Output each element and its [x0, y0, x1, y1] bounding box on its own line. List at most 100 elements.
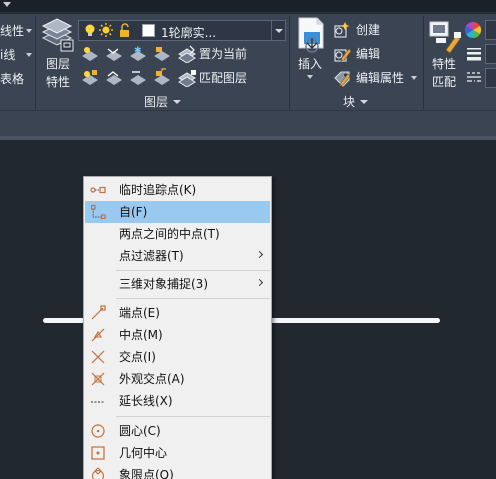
edit-block-icon[interactable] — [333, 45, 351, 63]
linetype-icon[interactable] — [466, 69, 482, 85]
insert-label: 插入 — [298, 57, 323, 71]
chevron-down-icon — [360, 100, 369, 104]
layer-color-swatch — [142, 24, 155, 37]
chevron-down-icon[interactable] — [26, 53, 32, 57]
block-panel-title[interactable]: 块 — [343, 95, 369, 109]
block-panel-title-text: 块 — [343, 95, 356, 109]
layer-properties-label-1: 图层 — [46, 57, 71, 71]
submenu-arrow-icon — [255, 278, 264, 287]
menu-item-midpoint[interactable]: 中点(M) — [85, 324, 270, 346]
layer-unlock-icon — [154, 68, 170, 85]
quick-access-caret-icon[interactable] — [3, 2, 11, 7]
panel-divider — [289, 16, 290, 110]
chevron-down-icon[interactable] — [411, 76, 417, 80]
lineweight-combo-edge[interactable] — [485, 44, 496, 64]
temporary-track-point-icon — [90, 186, 106, 194]
menu-item-label: 交点(I) — [119, 350, 156, 364]
layer-thaw-icon — [130, 71, 146, 85]
linetype-combo-edge[interactable] — [485, 68, 496, 88]
left-item-2[interactable]: 表格 — [0, 72, 24, 86]
unlock-icon — [120, 23, 129, 37]
layer-state-icons — [85, 23, 129, 37]
menu-item-apparent-intersection[interactable]: 外观交点(A) — [85, 368, 270, 390]
chevron-down-icon — [173, 100, 182, 104]
edit-attributes-label[interactable]: 编辑属性 — [356, 71, 404, 85]
chevron-down-icon — [307, 75, 313, 79]
layer-lock-icon — [154, 47, 170, 61]
menu-item-temporary-track-point[interactable]: 临时追踪点(K) — [85, 179, 270, 201]
menu-item-midpoint-between-two-points[interactable]: 两点之间的中点(T) — [85, 223, 270, 245]
menu-separator — [116, 270, 270, 271]
layers-panel-title-text: 图层 — [144, 95, 169, 109]
svg-text:✱: ✱ — [134, 46, 142, 56]
center-icon — [91, 424, 105, 438]
panel-divider — [35, 16, 36, 110]
layers-panel-title[interactable]: 图层 — [144, 95, 182, 109]
menu-item-endpoint[interactable]: 端点(E) — [85, 302, 270, 324]
menu-item-point-filters[interactable]: 点过滤器(T) — [85, 245, 270, 267]
current-layer-name: 1轮廓实... — [161, 26, 217, 40]
menu-item-geometric-center[interactable]: 几何中心 — [85, 442, 270, 464]
apparent-intersection-icon — [91, 372, 105, 386]
menu-item-label: 延长线(X) — [119, 394, 173, 408]
chevron-down-icon[interactable] — [26, 29, 32, 33]
color-combo-edge[interactable] — [485, 20, 496, 40]
layer-tools-row-2-icons[interactable] — [80, 68, 176, 88]
midpoint-icon — [91, 328, 105, 342]
layer-tools-row-1-icons[interactable]: ✱ — [80, 44, 176, 64]
extension-icon — [91, 401, 105, 403]
from-icon — [90, 204, 106, 220]
color-wheel-icon[interactable] — [464, 21, 482, 39]
edit-block-label[interactable]: 编辑 — [356, 47, 380, 61]
menu-item-label: 端点(E) — [119, 306, 160, 320]
create-block-label[interactable]: 创建 — [356, 23, 380, 37]
menu-separator — [116, 416, 270, 417]
menu-item-label: 自(F) — [119, 205, 148, 219]
submenu-arrow-icon — [255, 250, 264, 259]
title-strip — [0, 0, 496, 13]
menu-item-quadrant[interactable]: 象限点(Q) — [85, 464, 270, 479]
layer-off-icon — [82, 47, 98, 61]
layer-on-icon — [82, 70, 98, 85]
endpoint-icon — [91, 305, 106, 320]
match-layer-label[interactable]: 匹配图层 — [199, 71, 247, 85]
match-properties-icon — [429, 21, 461, 54]
menu-item-label: 外观交点(A) — [119, 372, 185, 386]
menu-item-center[interactable]: 圆心(C) — [85, 420, 270, 442]
menu-separator — [116, 298, 270, 299]
layer-stack-icon — [41, 18, 74, 52]
make-current-label[interactable]: 置为当前 — [199, 47, 247, 61]
panel-divider — [423, 16, 424, 110]
quadrant-icon — [91, 467, 105, 479]
create-block-icon[interactable] — [333, 21, 351, 39]
match-layer-icon[interactable] — [178, 69, 198, 87]
left-item-0[interactable]: 线性 — [0, 24, 24, 38]
sun-icon — [99, 23, 113, 37]
menu-item-intersection[interactable]: 交点(I) — [85, 346, 270, 368]
menu-item-from[interactable]: 自(F) — [85, 201, 270, 223]
layer-unisolate-icon — [106, 71, 122, 85]
menu-item-label: 两点之间的中点(T) — [119, 227, 220, 241]
menu-item-label: 临时追踪点(K) — [119, 183, 197, 197]
layer-isolate-icon — [106, 48, 122, 61]
menu-item-3d-osnap[interactable]: 三维对象捕捉(3) — [85, 273, 270, 295]
layer-dropdown[interactable]: 1轮廓实... — [78, 20, 286, 41]
layer-freeze-icon: ✱ — [130, 46, 146, 61]
edit-attributes-icon[interactable] — [333, 69, 351, 87]
layer-properties-label-2: 特性 — [46, 75, 71, 89]
left-item-1[interactable]: i线 — [0, 48, 15, 62]
geometric-center-icon — [91, 446, 105, 460]
menu-item-label: 圆心(C) — [119, 424, 161, 438]
menu-item-extension[interactable]: 延长线(X) — [85, 390, 270, 412]
match-properties-label-1: 特性 — [432, 57, 457, 71]
menu-item-label: 中点(M) — [119, 328, 163, 342]
lineweight-icon[interactable] — [466, 45, 482, 61]
ribbon-panel-titles-bar — [0, 110, 496, 136]
menu-item-label: 几何中心 — [119, 446, 168, 460]
intersection-icon — [91, 350, 105, 364]
insert-block-icon — [298, 17, 324, 53]
chevron-down-icon[interactable] — [271, 21, 285, 40]
make-current-icon[interactable] — [178, 45, 198, 63]
menu-item-label: 点过滤器(T) — [119, 249, 184, 263]
object-snap-context-menu: 临时追踪点(K) 自(F) 两点之间的中点(T) 点过滤器(T) 三维对象捕捉(… — [83, 176, 272, 479]
